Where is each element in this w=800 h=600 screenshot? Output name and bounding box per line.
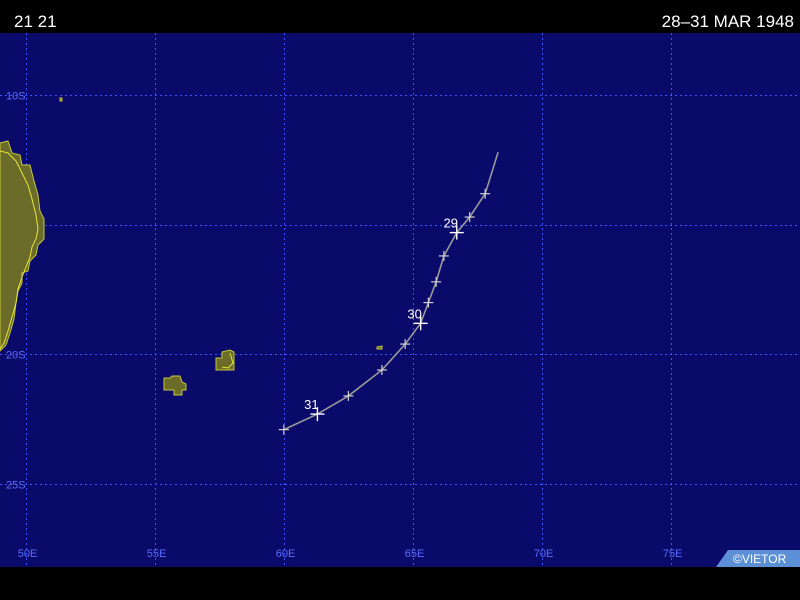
lat-label-25S: 25S bbox=[6, 480, 26, 492]
small-island bbox=[59, 97, 63, 102]
lon-label-50E: 50E bbox=[18, 548, 38, 560]
storm-track-map: 50E55E60E65E70E75E10S15S20S25S 293031 ©V… bbox=[0, 33, 800, 567]
lon-label-55E: 55E bbox=[147, 548, 167, 560]
day-label-31: 31 bbox=[304, 397, 318, 412]
day-label-30: 30 bbox=[407, 306, 421, 321]
date-range: 28–31 MAR 1948 bbox=[661, 12, 794, 31]
credit-text: ©VIETOR bbox=[733, 552, 787, 566]
rodrigues-island bbox=[376, 345, 383, 350]
ocean-background bbox=[0, 33, 800, 567]
lon-label-75E: 75E bbox=[663, 548, 683, 560]
storm-id: 21 21 bbox=[14, 12, 57, 31]
lat-label-20S: 20S bbox=[6, 350, 26, 362]
lat-label-10S: 10S bbox=[6, 91, 26, 103]
lon-label-60E: 60E bbox=[276, 548, 296, 560]
day-label-29: 29 bbox=[444, 216, 458, 231]
credit-badge: ©VIETOR bbox=[716, 550, 800, 567]
lon-label-65E: 65E bbox=[405, 548, 425, 560]
lon-label-70E: 70E bbox=[534, 548, 554, 560]
